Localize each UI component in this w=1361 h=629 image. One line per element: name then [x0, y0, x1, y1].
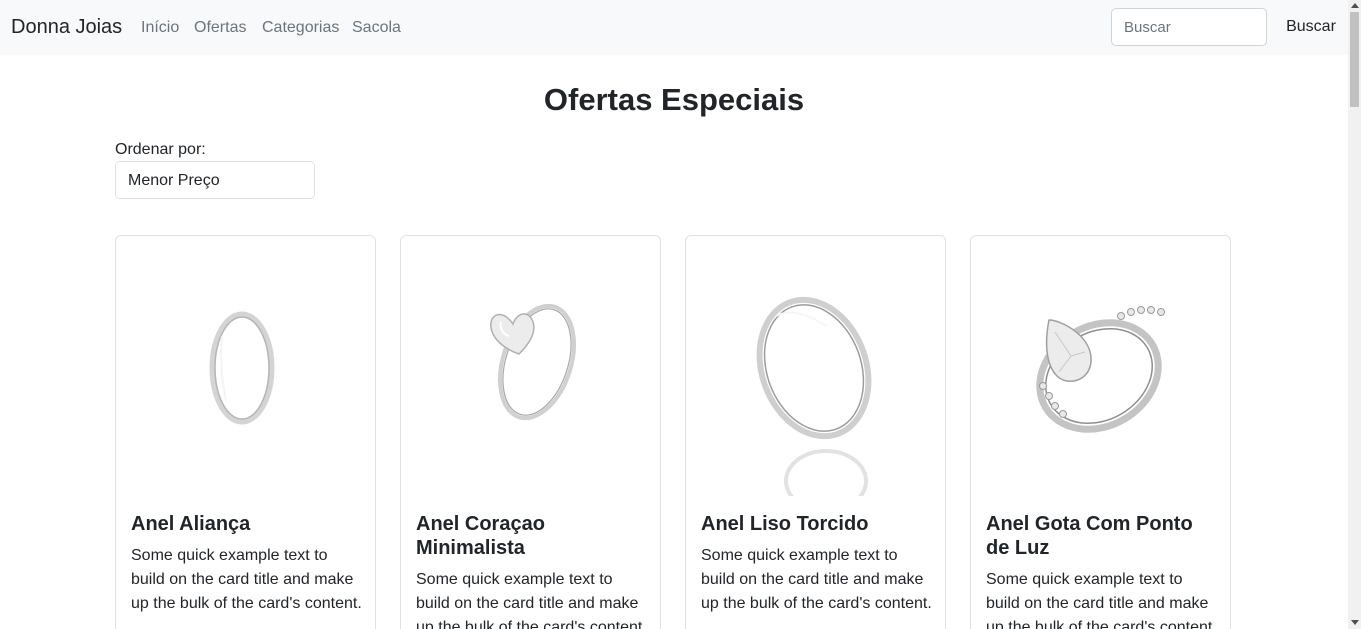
card-title: Anel Coraçao Minimalista — [416, 513, 545, 559]
nav-link-inicio[interactable]: Início — [141, 19, 179, 37]
product-card[interactable]: Anel Gota Com Ponto de Luz Some quick ex… — [970, 235, 1231, 629]
teardrop-gem-ring-icon — [1036, 306, 1165, 433]
scroll-up-arrow-icon[interactable] — [1351, 3, 1359, 8]
nav-link-categorias[interactable]: Categorias — [262, 19, 339, 37]
nav-link-ofertas[interactable]: Ofertas — [194, 19, 246, 37]
card-title: Anel Aliança — [131, 513, 251, 535]
sort-select[interactable]: Menor Preço — [115, 161, 315, 199]
sort-select-value: Menor Preço — [128, 172, 220, 189]
heart-ring-icon — [490, 303, 576, 421]
twisted-ring-icon — [756, 296, 872, 496]
search-button[interactable]: Buscar — [1278, 8, 1344, 46]
card-title: Anel Liso Torcido — [701, 513, 869, 535]
brand-logo[interactable]: Donna Joias — [11, 16, 122, 39]
product-card[interactable]: Anel Liso Torcido Some quick example tex… — [685, 235, 946, 629]
product-card[interactable]: Anel Aliança Some quick example text to … — [115, 235, 376, 629]
scroll-down-arrow-icon[interactable] — [1351, 620, 1359, 625]
card-title: Anel Gota Com Ponto de Luz — [986, 513, 1193, 559]
card-text: Some quick example text to build on the … — [131, 547, 362, 612]
product-card[interactable]: Anel Coraçao Minimalista Some quick exam… — [400, 235, 661, 629]
scroll-thumb[interactable] — [1350, 12, 1359, 107]
page-title: Ofertas Especiais — [543, 82, 805, 117]
vertical-scrollbar[interactable] — [1348, 0, 1361, 629]
sort-label: Ordenar por: — [115, 141, 206, 158]
nav-link-sacola[interactable]: Sacola — [352, 19, 401, 37]
plain-band-ring-icon — [209, 311, 275, 425]
search-input[interactable] — [1111, 8, 1267, 46]
card-text: Some quick example text to build on the … — [416, 571, 647, 629]
card-text: Some quick example text to build on the … — [986, 571, 1217, 629]
navbar: Donna Joias Início Ofertas Categorias Sa… — [0, 0, 1348, 55]
card-text: Some quick example text to build on the … — [701, 547, 932, 612]
